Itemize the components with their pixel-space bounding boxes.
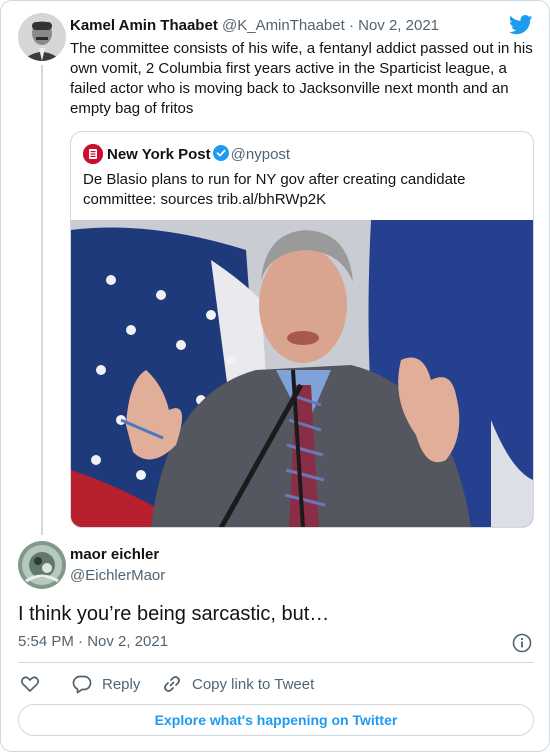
tweet-embed-card: Kamel Amin Thaabet @K_AminThaabet · Nov …: [0, 0, 550, 752]
reply-tweet-text: I think you’re being sarcastic, but…: [18, 603, 330, 625]
info-icon[interactable]: [512, 633, 532, 653]
quoted-author-handle[interactable]: @nypost: [231, 146, 290, 163]
explore-twitter-button[interactable]: Explore what's happening on Twitter: [18, 704, 534, 736]
header-separator: ·: [348, 17, 354, 34]
link-icon: [164, 676, 180, 692]
tweet-header: Kamel Amin Thaabet @K_AminThaabet · Nov …: [70, 17, 439, 34]
tweet-text: The committee consists of his wife, a fe…: [70, 40, 533, 117]
author-avatar[interactable]: [18, 13, 66, 61]
quoted-tweet-text: De Blasio plans to run for NY gov after …: [83, 171, 466, 208]
reply-timestamp[interactable]: 5:54 PM · Nov 2, 2021: [18, 633, 168, 650]
reply-label: Reply: [102, 675, 141, 693]
quoted-header: New York Post @nypost: [107, 145, 290, 163]
reply-author-avatar[interactable]: [18, 541, 66, 589]
heart-icon: [20, 676, 40, 692]
author-name[interactable]: Kamel Amin Thaabet: [70, 17, 218, 34]
copy-link-button[interactable]: Copy link to Tweet: [162, 673, 314, 695]
reply-bubble-icon: [72, 675, 92, 694]
divider: [18, 662, 534, 663]
verified-badge-icon: [212, 145, 229, 161]
thread-connector-line: [41, 65, 43, 535]
twitter-bird-icon[interactable]: [509, 15, 533, 35]
reply-author-handle[interactable]: @EichlerMaor: [70, 567, 165, 584]
reply-author-name[interactable]: maor eichler: [70, 546, 159, 563]
like-button[interactable]: [20, 673, 40, 695]
tweet-date[interactable]: Nov 2, 2021: [358, 17, 439, 34]
quoted-tweet-photo[interactable]: [71, 220, 533, 527]
reply-button[interactable]: Reply: [72, 673, 140, 695]
author-handle[interactable]: @K_AminThaabet: [222, 17, 345, 34]
quoted-author-avatar: [83, 144, 103, 164]
quoted-tweet[interactable]: New York Post @nypost De Blasio plans to…: [70, 131, 534, 528]
copy-link-label: Copy link to Tweet: [192, 675, 315, 693]
quoted-author-name[interactable]: New York Post: [107, 146, 211, 163]
